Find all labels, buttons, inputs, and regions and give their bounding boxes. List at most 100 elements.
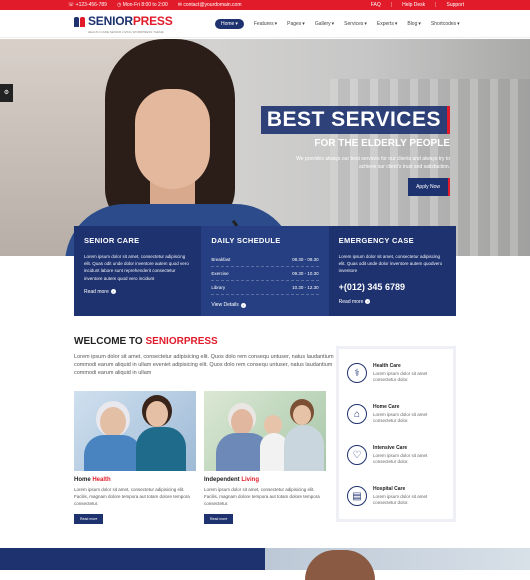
divider: | [390, 2, 393, 8]
logo-icon [74, 15, 86, 27]
card-title-b: Health [92, 477, 111, 483]
service-intensive-care[interactable]: ♡ Intensive Care Lorem ipsum dolor sit am… [347, 445, 451, 466]
schedule-label: Exercise [211, 271, 229, 276]
email-info[interactable]: ✉ contact@yourdomain.com [178, 2, 242, 8]
nav-label: Gallery [314, 21, 331, 27]
schedule-label: Library [211, 285, 226, 290]
welcome-title-a: WELCOME TO [74, 336, 146, 347]
house-icon: ⌂ [347, 404, 367, 424]
emergency-title: EMERGENCY CASE [338, 236, 414, 245]
service-hospital-care[interactable]: ▤ Hospital Care Lorem ipsum dolor sit ame… [347, 486, 451, 507]
senior-care-read-more[interactable]: Read more › [84, 289, 191, 295]
settings-widget-icon[interactable]: ⚙ [0, 84, 13, 102]
nav-label: Services [344, 21, 364, 27]
home-health-card: Home Health Lorem ipsum dolor sit amet, … [74, 391, 196, 525]
nav-pages[interactable]: Pages ▾ [287, 19, 305, 29]
hero-title: BEST SERVICES [260, 106, 450, 134]
service-home-care[interactable]: ⌂ Home Care Lorem ipsum dolor sit amet co… [347, 404, 451, 425]
logo-tagline: HEALTH CARE SENIOR LIVING WORDPRESS THEM… [88, 30, 164, 34]
schedule-label: Breakfast [211, 257, 231, 262]
stethoscope-icon: ⚕ [347, 363, 367, 383]
welcome-title: WELCOME TO SENIORPRESS [74, 336, 336, 347]
chevron-down-icon: ▾ [302, 21, 305, 27]
view-details-label: View Details [211, 302, 239, 308]
schedule-row: Breakfast 08.30 - 09.30 [211, 253, 319, 267]
emergency-box: EMERGENCY CASE Lorem ipsum dolor sit ame… [329, 226, 456, 316]
services-sidebar: ⚕ Health Care Lorem ipsum dolor sit amet … [336, 346, 456, 522]
service-description: Lorem ipsum dolor sit amet consectetur d… [373, 412, 428, 424]
nav-label: Shortcodes [430, 21, 457, 27]
arrow-right-icon: › [110, 289, 116, 295]
card-description: Lorem ipsum dolor sit amet, consectetur … [204, 487, 320, 506]
schedule-time: 08.30 - 09.30 [292, 257, 319, 262]
nav-label: Pages [287, 21, 302, 27]
chevron-down-icon: ▾ [364, 21, 367, 27]
card-read-more-button[interactable]: Read more [204, 514, 234, 525]
independent-living-photo [204, 391, 326, 471]
card-title: Home Health [74, 477, 196, 483]
service-description: Lorem ipsum dolor sit amet consectetur d… [373, 494, 428, 506]
card-title-a: Independent [204, 477, 242, 483]
site-logo[interactable]: SENIORPRESS HEALTH CARE SENIOR LIVING WO… [74, 14, 173, 34]
nav-blog[interactable]: Blog ▾ [407, 19, 421, 29]
chevron-down-icon: ▾ [331, 21, 335, 27]
chevron-down-icon: ▾ [394, 21, 398, 27]
hero-subtitle: FOR THE ELDERLY PEOPLE [314, 138, 450, 149]
nav-label: Features [253, 21, 274, 27]
card-title-b: Living [241, 477, 260, 483]
card-description: Lorem ipsum dolor sit amet, consectetur … [74, 487, 190, 506]
emergency-text: Lorem ipsum dolor sit amet, consectetur … [338, 254, 443, 274]
card-title: Independent Living [204, 477, 326, 483]
phone-info: ☏ +123-456-789 [68, 2, 107, 8]
senior-care-box: SENIOR CARE Lorem ipsum dolor sit amet, … [74, 226, 201, 316]
schedule-time: 10.30 - 12.30 [292, 285, 319, 290]
chevron-down-icon: ▾ [235, 21, 238, 27]
service-description: Lorem ipsum dolor sit amet consectetur d… [373, 371, 428, 383]
phone-text: +123-456-789 [75, 2, 107, 8]
nav-features[interactable]: Features ▾ [254, 19, 277, 29]
info-panel: SENIOR CARE Lorem ipsum dolor sit amet, … [74, 226, 456, 316]
nav-shortcodes[interactable]: Shortcodes ▾ [431, 19, 460, 29]
schedule-row: Exercise 09.30 - 10.30 [211, 267, 319, 281]
service-description: Lorem ipsum dolor sit amet consectetur d… [373, 453, 428, 465]
view-details-link[interactable]: View Details › [211, 302, 318, 308]
schedule-title: DAILY SCHEDULE [211, 236, 281, 245]
service-health-care[interactable]: ⚕ Health Care Lorem ipsum dolor sit amet … [347, 363, 451, 384]
chevron-down-icon: ▾ [274, 21, 278, 27]
service-title: Intensive Care [373, 445, 408, 451]
main-nav: Home ▾ Features ▾ Pages ▾ Gallery ▾ Services… [215, 19, 460, 29]
help-desk-link[interactable]: Help Desk [400, 2, 427, 8]
nav-gallery[interactable]: Gallery ▾ [315, 19, 334, 29]
nav-label: Blog [407, 21, 418, 27]
support-link[interactable]: Support [444, 2, 466, 8]
welcome-section: WELCOME TO SENIORPRESS Lorem ipsum dolor… [74, 336, 336, 378]
logo-word-a: SENIOR [88, 14, 133, 28]
nav-home[interactable]: Home ▾ [215, 19, 244, 29]
apply-now-button[interactable]: Apply Now [408, 178, 450, 196]
arrow-right-icon: › [365, 299, 371, 305]
nav-experts[interactable]: Experts ▾ [377, 19, 397, 29]
logo-word-b: PRESS [132, 14, 173, 28]
divider: | [435, 2, 437, 8]
welcome-text: Lorem ipsum dolor sit amet, consectetur … [74, 354, 334, 376]
schedule-time: 09.30 - 10.30 [292, 271, 319, 276]
chevron-down-icon: ▾ [418, 21, 421, 27]
emergency-read-more[interactable]: Read more › [339, 299, 446, 305]
card-read-more-button[interactable]: Read more [74, 514, 104, 525]
card-title-a: Home [74, 477, 93, 483]
service-title: Home Care [373, 404, 400, 410]
daily-schedule-box: DAILY SCHEDULE Breakfast 08.30 - 09.30 Ex… [201, 226, 329, 316]
hours-text: Mon-Fri 8:00 to 2:00 [122, 2, 168, 8]
senior-care-text: Lorem ipsum dolor sit amet, consectetur … [84, 254, 189, 281]
emergency-phone[interactable]: +(012) 345 6789 [339, 282, 446, 292]
email-text[interactable]: contact@yourdomain.com [183, 2, 241, 8]
nav-services[interactable]: Services ▾ [344, 19, 367, 29]
arrow-right-icon: › [240, 302, 246, 308]
hero-description: We provides always our best services for… [296, 156, 450, 170]
hours-info: ◷ Mon-Fri 8:00 to 2:00 [116, 2, 168, 8]
faq-link[interactable]: FAQ [369, 2, 383, 8]
nurse-photo [55, 39, 295, 256]
welcome-title-b: SENIORPRESS [145, 336, 218, 347]
service-title: Health Care [373, 363, 401, 369]
nav-label: Home [221, 21, 235, 27]
